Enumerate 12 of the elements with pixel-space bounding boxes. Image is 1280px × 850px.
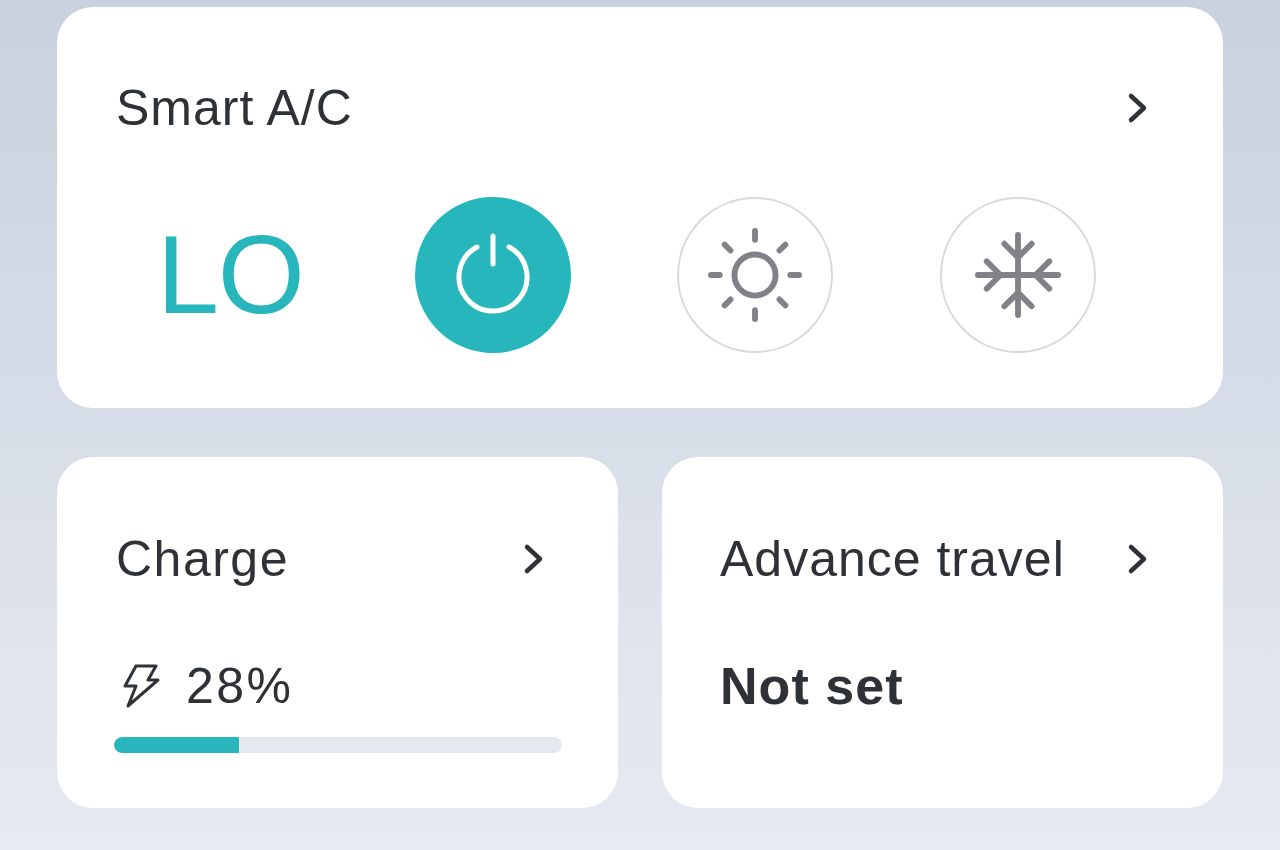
- card-title: Charge: [116, 534, 289, 584]
- card-title: Smart A/C: [116, 83, 353, 133]
- chevron-right-icon[interactable]: [1127, 92, 1149, 124]
- snowflake-icon: [974, 232, 1061, 318]
- charge-percentage: 28%: [186, 661, 294, 711]
- chevron-right-icon[interactable]: [523, 543, 545, 575]
- card-title: Advance travel: [720, 534, 1065, 584]
- temperature-reading: LO: [156, 219, 304, 331]
- lightning-bolt-icon: [122, 664, 160, 708]
- sun-icon: [708, 228, 803, 322]
- advance-travel-status: Not set: [720, 660, 904, 712]
- chevron-right-icon[interactable]: [1127, 543, 1149, 575]
